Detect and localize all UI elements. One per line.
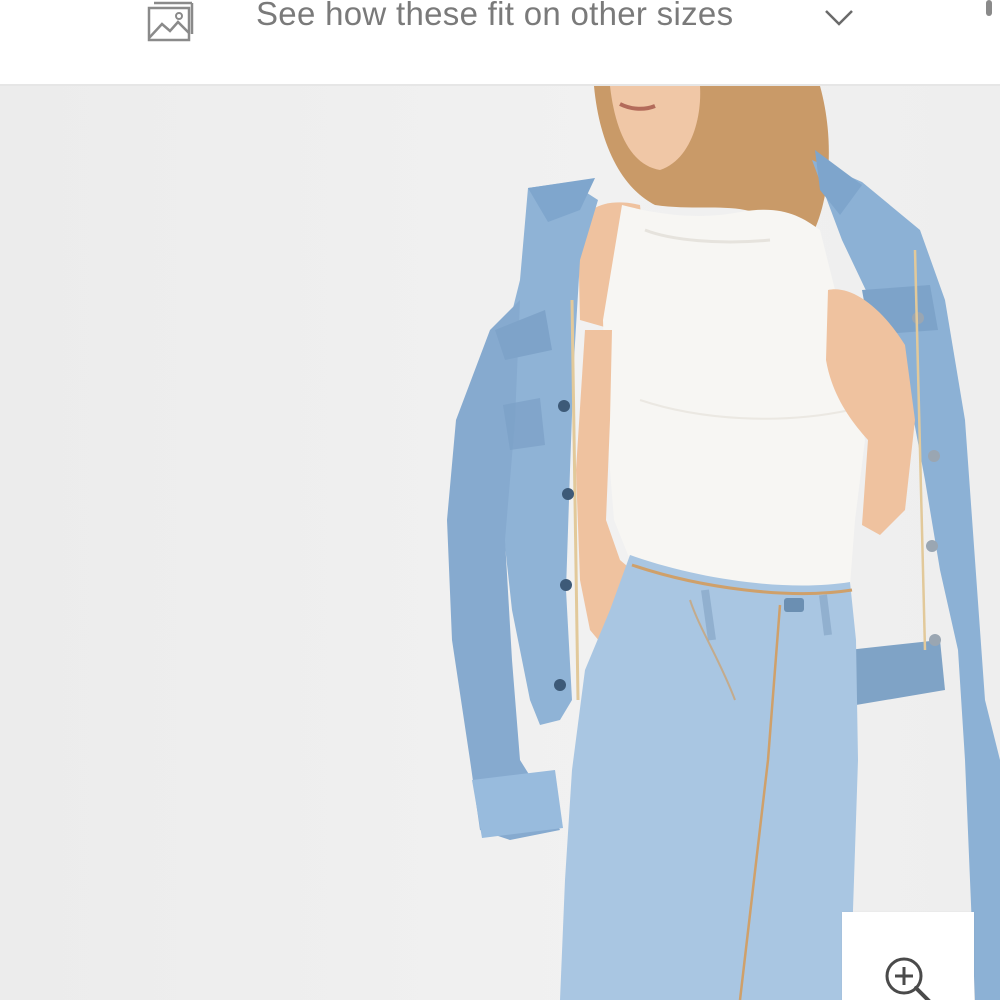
scrollbar-thumb[interactable] (986, 0, 992, 16)
fit-bar-label: See how these fit on other sizes (256, 0, 734, 32)
fit-on-other-sizes-bar[interactable]: See how these fit on other sizes (0, 0, 1000, 86)
image-gallery-icon (146, 0, 198, 44)
product-photo[interactable] (0, 86, 1000, 1000)
chevron-down-icon[interactable] (822, 6, 856, 28)
model-illustration (447, 86, 1000, 1000)
product-page: See how these fit on other sizes (0, 0, 1000, 1000)
zoom-in-icon (882, 954, 936, 1000)
zoom-button[interactable] (842, 912, 974, 1000)
